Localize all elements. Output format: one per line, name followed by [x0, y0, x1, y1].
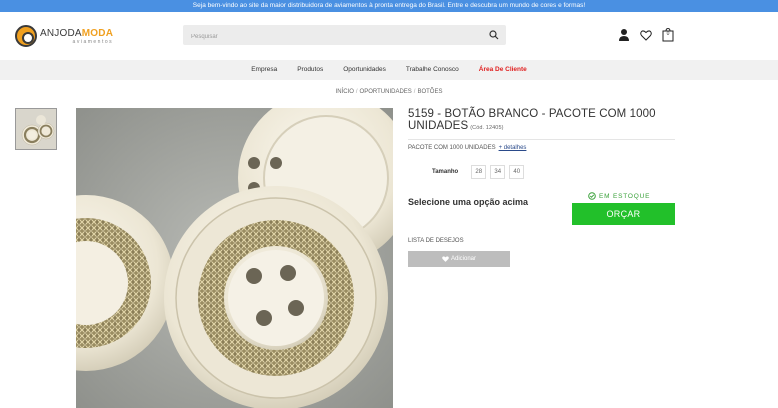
- product-image[interactable]: [76, 108, 393, 408]
- main-nav: Empresa Produtos Oportunidades Trabalhe …: [0, 60, 778, 80]
- logo-mark-icon: [15, 25, 37, 47]
- header: ANJODAMODA aviamentos 0: [0, 12, 778, 60]
- size-option-34[interactable]: 34: [490, 165, 506, 179]
- breadcrumb-oportunidades[interactable]: OPORTUNIDADES: [360, 89, 412, 95]
- stock-status: EM ESTOQUE: [588, 192, 650, 200]
- check-circle-icon: [588, 192, 596, 200]
- product-thumbnail[interactable]: [15, 108, 57, 150]
- breadcrumb: INÍCIO / OPORTUNIDADES / BOTÕES: [335, 89, 443, 95]
- cart-count: 0: [666, 31, 670, 37]
- size-selector: Tamanho 28 34 40: [432, 165, 528, 179]
- logo-name: ANJODA: [40, 27, 82, 39]
- add-to-wishlist-button[interactable]: Adicionar: [408, 251, 510, 267]
- stock-label: EM ESTOQUE: [599, 192, 651, 200]
- logo-tagline: aviamentos: [72, 38, 114, 45]
- search-bar: [183, 25, 506, 47]
- breadcrumb-botoes[interactable]: BOTÕES: [417, 89, 442, 95]
- size-label: Tamanho: [432, 169, 459, 175]
- add-button-label: Adicionar: [450, 256, 476, 262]
- heart-icon[interactable]: [640, 28, 652, 42]
- product-code: (Cód. 12405): [470, 125, 504, 131]
- pack-info: PACOTE COM 1000 UNIDADES + detalhes: [408, 145, 526, 151]
- nav-produtos[interactable]: Produtos: [287, 60, 333, 80]
- wishlist-label: LISTA DE DESEJOS: [408, 238, 464, 244]
- user-icon[interactable]: [618, 28, 630, 42]
- nav-empresa[interactable]: Empresa: [241, 60, 287, 80]
- logo[interactable]: ANJODAMODA aviamentos: [15, 25, 113, 47]
- cart-icon[interactable]: 0: [662, 27, 674, 42]
- nav-oportunidades[interactable]: Oportunidades: [333, 60, 396, 80]
- details-link[interactable]: + detalhes: [499, 145, 527, 151]
- divider: [408, 139, 675, 140]
- product-title: 5159 - BOTÃO BRANCO - PACOTE COM 1000 UN…: [408, 108, 656, 132]
- breadcrumb-inicio[interactable]: INÍCIO: [336, 89, 354, 95]
- pack-text: PACOTE COM 1000 UNIDADES: [408, 145, 496, 151]
- size-option-40[interactable]: 40: [509, 165, 525, 179]
- nav-trabalhe-conosco[interactable]: Trabalhe Conosco: [396, 60, 469, 80]
- size-option-28[interactable]: 28: [471, 165, 487, 179]
- quote-button[interactable]: ORÇAR: [572, 203, 675, 225]
- logo-name-accent: MODA: [81, 27, 114, 39]
- search-icon[interactable]: [489, 30, 499, 40]
- search-input[interactable]: [183, 27, 483, 47]
- heart-icon: [442, 256, 449, 262]
- select-option-message: Selecione uma opção acima: [408, 197, 529, 207]
- welcome-bar: Seja bem-vindo ao site da maior distribu…: [0, 0, 778, 12]
- nav-area-de-cliente[interactable]: Área De Cliente: [469, 60, 537, 80]
